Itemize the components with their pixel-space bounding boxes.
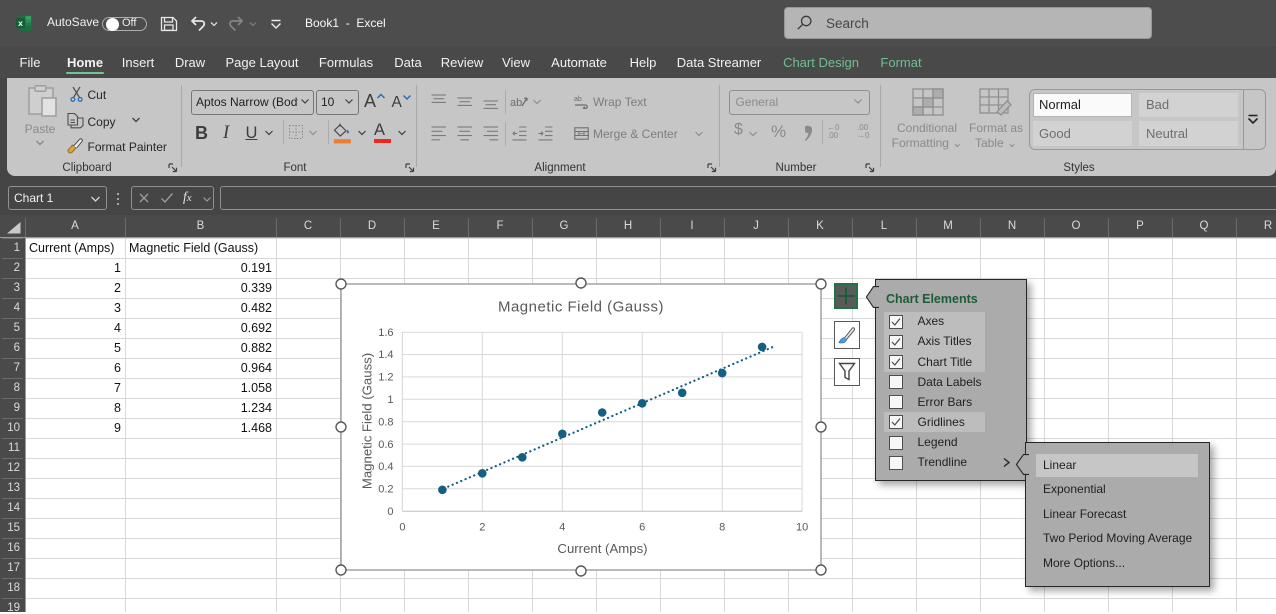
svg-text:Magnetic Field (Gauss): Magnetic Field (Gauss) — [360, 353, 375, 489]
svg-text:2: 2 — [479, 522, 485, 534]
svg-text:0: 0 — [387, 506, 393, 518]
svg-text:0.6: 0.6 — [378, 439, 393, 451]
svg-text:6: 6 — [639, 522, 645, 534]
svg-text:Magnetic Field (Gauss): Magnetic Field (Gauss) — [498, 299, 664, 316]
svg-text:ab: ab — [574, 96, 582, 103]
svg-text:0.2: 0.2 — [378, 484, 393, 496]
svg-text:x: x — [18, 18, 23, 28]
svg-text:1.2: 1.2 — [378, 372, 393, 384]
svg-text:1: 1 — [387, 394, 393, 406]
svg-text:0.4: 0.4 — [378, 461, 393, 473]
svg-text:ab: ab — [510, 97, 522, 109]
svg-text:1.6: 1.6 — [378, 327, 393, 339]
svg-text:8: 8 — [719, 522, 725, 534]
svg-text:0.8: 0.8 — [378, 416, 393, 428]
svg-text:4: 4 — [559, 522, 565, 534]
svg-text:0: 0 — [399, 522, 405, 534]
svg-text:Current (Amps): Current (Amps) — [557, 541, 647, 556]
svg-text:10: 10 — [796, 522, 808, 534]
svg-text:1.4: 1.4 — [378, 349, 393, 361]
